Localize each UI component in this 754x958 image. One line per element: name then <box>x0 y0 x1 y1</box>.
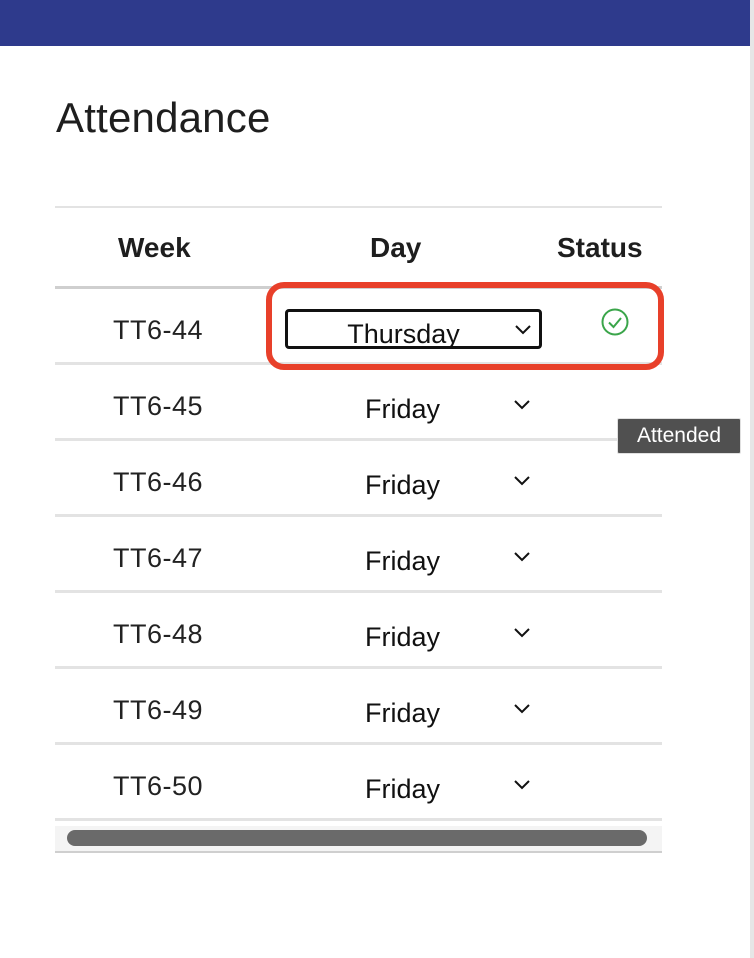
attendance-table: Week Day Status TT6-44 Thursday TT6-45 F… <box>55 206 662 853</box>
column-header-week: Week <box>118 232 191 263</box>
column-header-day: Day <box>370 232 422 263</box>
week-cell: TT6-48 <box>113 619 204 649</box>
day-select-value: Friday <box>364 394 440 424</box>
table-row: TT6-46 Friday <box>55 441 662 517</box>
day-select[interactable]: Friday <box>285 537 542 577</box>
day-select-value: Friday <box>364 546 440 576</box>
week-cell: TT6-44 <box>113 315 204 345</box>
table-header: Week Day Status <box>55 208 662 289</box>
week-cell: TT6-47 <box>113 543 204 573</box>
day-select-value: Friday <box>364 470 440 500</box>
day-select-value: Friday <box>364 774 440 804</box>
chevron-down-icon <box>515 325 531 335</box>
chevron-down-icon <box>514 552 530 562</box>
table-row: TT6-49 Friday <box>55 669 662 745</box>
page-title: Attendance <box>56 94 271 141</box>
day-select[interactable]: Friday <box>285 461 542 501</box>
chevron-down-icon <box>514 780 530 790</box>
day-select[interactable]: Friday <box>285 613 542 653</box>
chevron-down-icon <box>514 628 530 638</box>
day-select-value: Friday <box>364 622 440 652</box>
day-select-value: Friday <box>364 698 440 728</box>
table-row: TT6-47 Friday <box>55 517 662 593</box>
day-select[interactable]: Friday <box>285 765 542 805</box>
day-select-value: Thursday <box>347 319 460 349</box>
chevron-down-icon <box>514 704 530 714</box>
app-header-bar <box>0 0 750 46</box>
status-tooltip: Attended <box>617 418 741 454</box>
table-row: TT6-44 Thursday <box>55 289 662 365</box>
check-circle-icon[interactable] <box>600 307 630 337</box>
table-row: TT6-50 Friday <box>55 745 662 821</box>
window-edge <box>750 0 754 958</box>
horizontal-scrollbar[interactable] <box>55 826 662 851</box>
week-cell: TT6-46 <box>113 467 204 497</box>
chevron-down-icon <box>514 400 530 410</box>
table-row: TT6-48 Friday <box>55 593 662 669</box>
chevron-down-icon <box>514 476 530 486</box>
column-header-status: Status <box>557 232 643 263</box>
day-select[interactable]: Friday <box>285 689 542 729</box>
scrollbar-thumb[interactable] <box>67 830 647 846</box>
table-row: TT6-45 Friday <box>55 365 662 441</box>
day-select[interactable]: Friday <box>285 385 542 425</box>
week-cell: TT6-49 <box>113 695 204 725</box>
week-cell: TT6-45 <box>113 391 204 421</box>
day-select[interactable]: Thursday <box>285 309 542 349</box>
week-cell: TT6-50 <box>113 771 204 801</box>
